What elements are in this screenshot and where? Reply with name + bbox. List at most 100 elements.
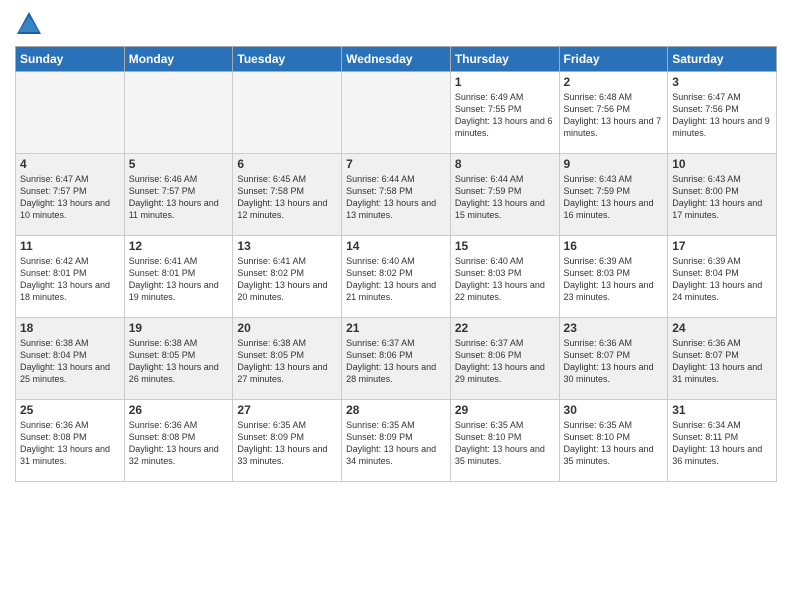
day-info: Sunrise: 6:43 AM Sunset: 8:00 PM Dayligh… <box>672 173 772 222</box>
day-number: 6 <box>237 157 337 171</box>
calendar-cell: 16 Sunrise: 6:39 AM Sunset: 8:03 PM Dayli… <box>559 236 668 318</box>
calendar-cell: 1 Sunrise: 6:49 AM Sunset: 7:55 PM Daylig… <box>450 72 559 154</box>
day-info: Sunrise: 6:39 AM Sunset: 8:04 PM Dayligh… <box>672 255 772 304</box>
day-info: Sunrise: 6:42 AM Sunset: 8:01 PM Dayligh… <box>20 255 120 304</box>
calendar-cell: 22 Sunrise: 6:37 AM Sunset: 8:06 PM Dayli… <box>450 318 559 400</box>
day-info: Sunrise: 6:38 AM Sunset: 8:04 PM Dayligh… <box>20 337 120 386</box>
calendar-week-4: 25 Sunrise: 6:36 AM Sunset: 8:08 PM Dayli… <box>16 400 777 482</box>
calendar-cell: 4 Sunrise: 6:47 AM Sunset: 7:57 PM Daylig… <box>16 154 125 236</box>
calendar-header-monday: Monday <box>124 47 233 72</box>
day-info: Sunrise: 6:36 AM Sunset: 8:07 PM Dayligh… <box>672 337 772 386</box>
calendar-header-thursday: Thursday <box>450 47 559 72</box>
day-number: 29 <box>455 403 555 417</box>
day-info: Sunrise: 6:36 AM Sunset: 8:08 PM Dayligh… <box>20 419 120 468</box>
day-number: 19 <box>129 321 229 335</box>
day-number: 13 <box>237 239 337 253</box>
day-info: Sunrise: 6:47 AM Sunset: 7:57 PM Dayligh… <box>20 173 120 222</box>
calendar-cell: 6 Sunrise: 6:45 AM Sunset: 7:58 PM Daylig… <box>233 154 342 236</box>
day-number: 24 <box>672 321 772 335</box>
day-info: Sunrise: 6:43 AM Sunset: 7:59 PM Dayligh… <box>564 173 664 222</box>
day-info: Sunrise: 6:40 AM Sunset: 8:03 PM Dayligh… <box>455 255 555 304</box>
day-number: 1 <box>455 75 555 89</box>
calendar-cell: 9 Sunrise: 6:43 AM Sunset: 7:59 PM Daylig… <box>559 154 668 236</box>
day-number: 30 <box>564 403 664 417</box>
calendar-cell: 15 Sunrise: 6:40 AM Sunset: 8:03 PM Dayli… <box>450 236 559 318</box>
day-number: 31 <box>672 403 772 417</box>
day-info: Sunrise: 6:35 AM Sunset: 8:10 PM Dayligh… <box>455 419 555 468</box>
calendar-header-row: SundayMondayTuesdayWednesdayThursdayFrid… <box>16 47 777 72</box>
calendar-cell: 25 Sunrise: 6:36 AM Sunset: 8:08 PM Dayli… <box>16 400 125 482</box>
day-number: 8 <box>455 157 555 171</box>
logo-icon <box>15 10 43 38</box>
calendar-header-tuesday: Tuesday <box>233 47 342 72</box>
calendar-header-sunday: Sunday <box>16 47 125 72</box>
day-number: 5 <box>129 157 229 171</box>
day-number: 20 <box>237 321 337 335</box>
calendar-cell: 5 Sunrise: 6:46 AM Sunset: 7:57 PM Daylig… <box>124 154 233 236</box>
day-number: 18 <box>20 321 120 335</box>
day-number: 22 <box>455 321 555 335</box>
calendar-cell <box>342 72 451 154</box>
calendar-cell: 29 Sunrise: 6:35 AM Sunset: 8:10 PM Dayli… <box>450 400 559 482</box>
calendar-week-2: 11 Sunrise: 6:42 AM Sunset: 8:01 PM Dayli… <box>16 236 777 318</box>
day-number: 26 <box>129 403 229 417</box>
calendar: SundayMondayTuesdayWednesdayThursdayFrid… <box>15 46 777 482</box>
day-number: 25 <box>20 403 120 417</box>
calendar-cell: 19Sunrise: 6:38 AM Sunset: 8:05 PM Dayli… <box>124 318 233 400</box>
day-number: 21 <box>346 321 446 335</box>
calendar-header-friday: Friday <box>559 47 668 72</box>
day-number: 14 <box>346 239 446 253</box>
day-info: Sunrise: 6:35 AM Sunset: 8:10 PM Dayligh… <box>564 419 664 468</box>
calendar-week-3: 18 Sunrise: 6:38 AM Sunset: 8:04 PM Dayli… <box>16 318 777 400</box>
day-info: Sunrise: 6:49 AM Sunset: 7:55 PM Dayligh… <box>455 91 555 140</box>
day-info: Sunrise: 6:47 AM Sunset: 7:56 PM Dayligh… <box>672 91 772 140</box>
day-number: 3 <box>672 75 772 89</box>
day-info: Sunrise: 6:44 AM Sunset: 7:59 PM Dayligh… <box>455 173 555 222</box>
calendar-header-saturday: Saturday <box>668 47 777 72</box>
day-number: 7 <box>346 157 446 171</box>
day-number: 10 <box>672 157 772 171</box>
day-number: 17 <box>672 239 772 253</box>
page: SundayMondayTuesdayWednesdayThursdayFrid… <box>0 0 792 612</box>
day-info: Sunrise: 6:36 AM Sunset: 8:07 PM Dayligh… <box>564 337 664 386</box>
calendar-cell: 2Sunrise: 6:48 AM Sunset: 7:56 PM Daylig… <box>559 72 668 154</box>
calendar-cell: 18 Sunrise: 6:38 AM Sunset: 8:04 PM Dayli… <box>16 318 125 400</box>
day-number: 2 <box>564 75 664 89</box>
calendar-cell: 27Sunrise: 6:35 AM Sunset: 8:09 PM Dayli… <box>233 400 342 482</box>
calendar-cell: 11 Sunrise: 6:42 AM Sunset: 8:01 PM Dayli… <box>16 236 125 318</box>
calendar-cell: 17 Sunrise: 6:39 AM Sunset: 8:04 PM Dayli… <box>668 236 777 318</box>
calendar-cell: 28 Sunrise: 6:35 AM Sunset: 8:09 PM Dayli… <box>342 400 451 482</box>
day-number: 4 <box>20 157 120 171</box>
day-info: Sunrise: 6:34 AM Sunset: 8:11 PM Dayligh… <box>672 419 772 468</box>
day-info: Sunrise: 6:39 AM Sunset: 8:03 PM Dayligh… <box>564 255 664 304</box>
day-number: 16 <box>564 239 664 253</box>
day-number: 15 <box>455 239 555 253</box>
day-number: 9 <box>564 157 664 171</box>
calendar-cell: 12Sunrise: 6:41 AM Sunset: 8:01 PM Dayli… <box>124 236 233 318</box>
calendar-cell: 13Sunrise: 6:41 AM Sunset: 8:02 PM Dayli… <box>233 236 342 318</box>
day-number: 12 <box>129 239 229 253</box>
day-number: 28 <box>346 403 446 417</box>
day-number: 27 <box>237 403 337 417</box>
day-info: Sunrise: 6:45 AM Sunset: 7:58 PM Dayligh… <box>237 173 337 222</box>
day-info: Sunrise: 6:35 AM Sunset: 8:09 PM Dayligh… <box>346 419 446 468</box>
calendar-cell <box>233 72 342 154</box>
header <box>15 10 777 38</box>
calendar-cell <box>124 72 233 154</box>
calendar-cell: 21 Sunrise: 6:37 AM Sunset: 8:06 PM Dayli… <box>342 318 451 400</box>
logo <box>15 10 47 38</box>
calendar-cell: 8 Sunrise: 6:44 AM Sunset: 7:59 PM Daylig… <box>450 154 559 236</box>
day-number: 11 <box>20 239 120 253</box>
calendar-week-1: 4 Sunrise: 6:47 AM Sunset: 7:57 PM Daylig… <box>16 154 777 236</box>
day-info: Sunrise: 6:46 AM Sunset: 7:57 PM Dayligh… <box>129 173 229 222</box>
day-number: 23 <box>564 321 664 335</box>
calendar-cell: 20Sunrise: 6:38 AM Sunset: 8:05 PM Dayli… <box>233 318 342 400</box>
calendar-cell: 26Sunrise: 6:36 AM Sunset: 8:08 PM Dayli… <box>124 400 233 482</box>
calendar-cell: 30 Sunrise: 6:35 AM Sunset: 8:10 PM Dayli… <box>559 400 668 482</box>
day-info: Sunrise: 6:37 AM Sunset: 8:06 PM Dayligh… <box>346 337 446 386</box>
day-info: Sunrise: 6:44 AM Sunset: 7:58 PM Dayligh… <box>346 173 446 222</box>
calendar-cell <box>16 72 125 154</box>
calendar-cell: 14Sunrise: 6:40 AM Sunset: 8:02 PM Dayli… <box>342 236 451 318</box>
day-info: Sunrise: 6:37 AM Sunset: 8:06 PM Dayligh… <box>455 337 555 386</box>
calendar-cell: 7 Sunrise: 6:44 AM Sunset: 7:58 PM Daylig… <box>342 154 451 236</box>
